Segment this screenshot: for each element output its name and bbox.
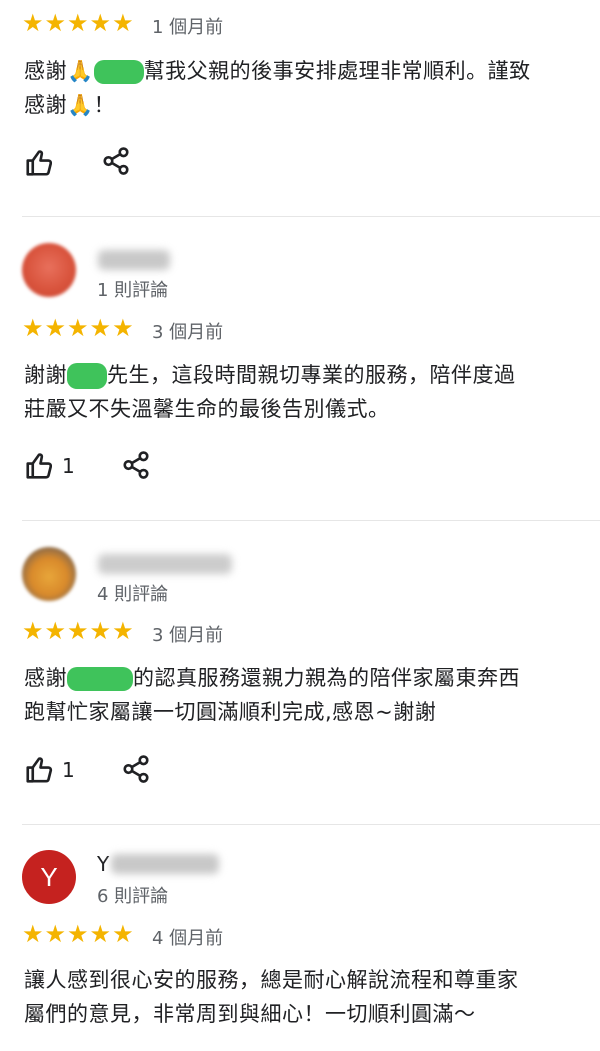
reviewer-name-blurred[interactable]: [98, 250, 170, 270]
avatar[interactable]: [22, 547, 76, 601]
redaction-mark: [67, 667, 133, 691]
review-text-segment: 感謝🙏: [24, 59, 94, 83]
star-icon: ★: [89, 920, 112, 948]
star-icon: ★: [112, 314, 134, 342]
star-icon: ★: [67, 9, 89, 37]
share-button[interactable]: [121, 754, 151, 784]
star-icon: ★: [112, 920, 134, 948]
review-text-segment: 屬們的意見，非常周到與細心！一切順利圓滿～: [24, 1002, 476, 1026]
star-icon: ★: [22, 920, 44, 948]
like-count: 1: [62, 758, 75, 782]
review-text-segment: 跑幫忙家屬讓一切圓滿順利完成,感恩~謝謝: [24, 700, 437, 724]
star-icon: ★: [67, 314, 89, 342]
reviewer-name-initial: Y: [97, 852, 110, 876]
like-button[interactable]: [24, 148, 54, 178]
review-text-segment: 讓人感到很心安的服務，總是耐心解說流程和尊重家: [24, 968, 519, 992]
review-text: 謝謝 先生，這段時間親切專業的服務，陪伴度過 莊嚴又不失溫馨生命的最後告別儀式。: [24, 358, 579, 426]
star-rating: ★ ★ ★ ★ ★: [22, 11, 134, 35]
share-icon: [123, 451, 149, 479]
star-icon: ★: [44, 9, 67, 37]
reviewer-name[interactable]: Y: [97, 852, 220, 876]
like-count: 1: [62, 454, 75, 478]
star-icon: ★: [67, 920, 89, 948]
reviewer-name-blurred[interactable]: [98, 554, 232, 574]
review-time: 3 個月前: [152, 625, 224, 646]
review-text-segment: 先生，這段時間親切專業的服務，陪伴度過: [107, 363, 516, 387]
share-icon: [103, 147, 129, 175]
review-text-segment: 感謝🙏！: [24, 93, 116, 117]
review-count: 6 則評論: [97, 886, 169, 907]
review-time: 1 個月前: [152, 17, 224, 38]
divider: [22, 824, 600, 825]
share-button[interactable]: [121, 450, 151, 480]
star-icon: ★: [112, 617, 134, 645]
review-time: 3 個月前: [152, 322, 224, 343]
review-text: 感謝 的認真服務還親力親為的陪伴家屬東奔西 跑幫忙家屬讓一切圓滿順利完成,感恩~謝…: [24, 661, 579, 729]
star-icon: ★: [22, 314, 44, 342]
redaction-mark: [93, 60, 144, 84]
star-icon: ★: [112, 9, 134, 37]
star-rating: ★ ★ ★ ★ ★: [22, 619, 134, 643]
star-icon: ★: [89, 314, 112, 342]
star-icon: ★: [89, 617, 112, 645]
review-text-segment: 幫我父親的後事安排處理非常順利。謹致: [143, 59, 531, 83]
avatar[interactable]: Y: [22, 850, 76, 904]
review-text: 讓人感到很心安的服務，總是耐心解說流程和尊重家 屬們的意見，非常周到與細心！一切…: [24, 963, 579, 1031]
divider: [22, 520, 600, 521]
review-count: 4 則評論: [97, 584, 169, 605]
avatar[interactable]: [22, 243, 76, 297]
divider: [22, 216, 600, 217]
share-button[interactable]: [101, 146, 131, 176]
thumbs-up-icon: [26, 150, 53, 176]
review-text-segment: 感謝: [24, 666, 67, 690]
star-icon: ★: [89, 9, 112, 37]
reviewer-name-blurred: [111, 854, 220, 874]
review-text-segment: 謝謝: [24, 363, 67, 387]
review-text-segment: 的認真服務還親力親為的陪伴家屬東奔西: [133, 666, 520, 690]
review-count: 1 則評論: [97, 280, 169, 301]
star-icon: ★: [44, 314, 67, 342]
star-icon: ★: [67, 617, 89, 645]
share-icon: [123, 755, 149, 783]
like-button[interactable]: 1: [24, 451, 75, 481]
review-text: 感謝🙏 幫我父親的後事安排處理非常順利。謹致 感謝🙏！: [24, 54, 579, 122]
review-text-segment: 莊嚴又不失溫馨生命的最後告別儀式。: [24, 397, 390, 421]
star-rating: ★ ★ ★ ★ ★: [22, 922, 134, 946]
star-icon: ★: [22, 617, 44, 645]
like-button[interactable]: 1: [24, 755, 75, 785]
avatar-letter: Y: [40, 861, 58, 892]
star-icon: ★: [44, 920, 67, 948]
star-icon: ★: [22, 9, 44, 37]
review-time: 4 個月前: [152, 928, 224, 949]
thumbs-up-icon: [26, 757, 53, 783]
redaction-mark: [67, 363, 107, 389]
star-icon: ★: [44, 617, 67, 645]
star-rating: ★ ★ ★ ★ ★: [22, 316, 134, 340]
thumbs-up-icon: [26, 453, 53, 479]
